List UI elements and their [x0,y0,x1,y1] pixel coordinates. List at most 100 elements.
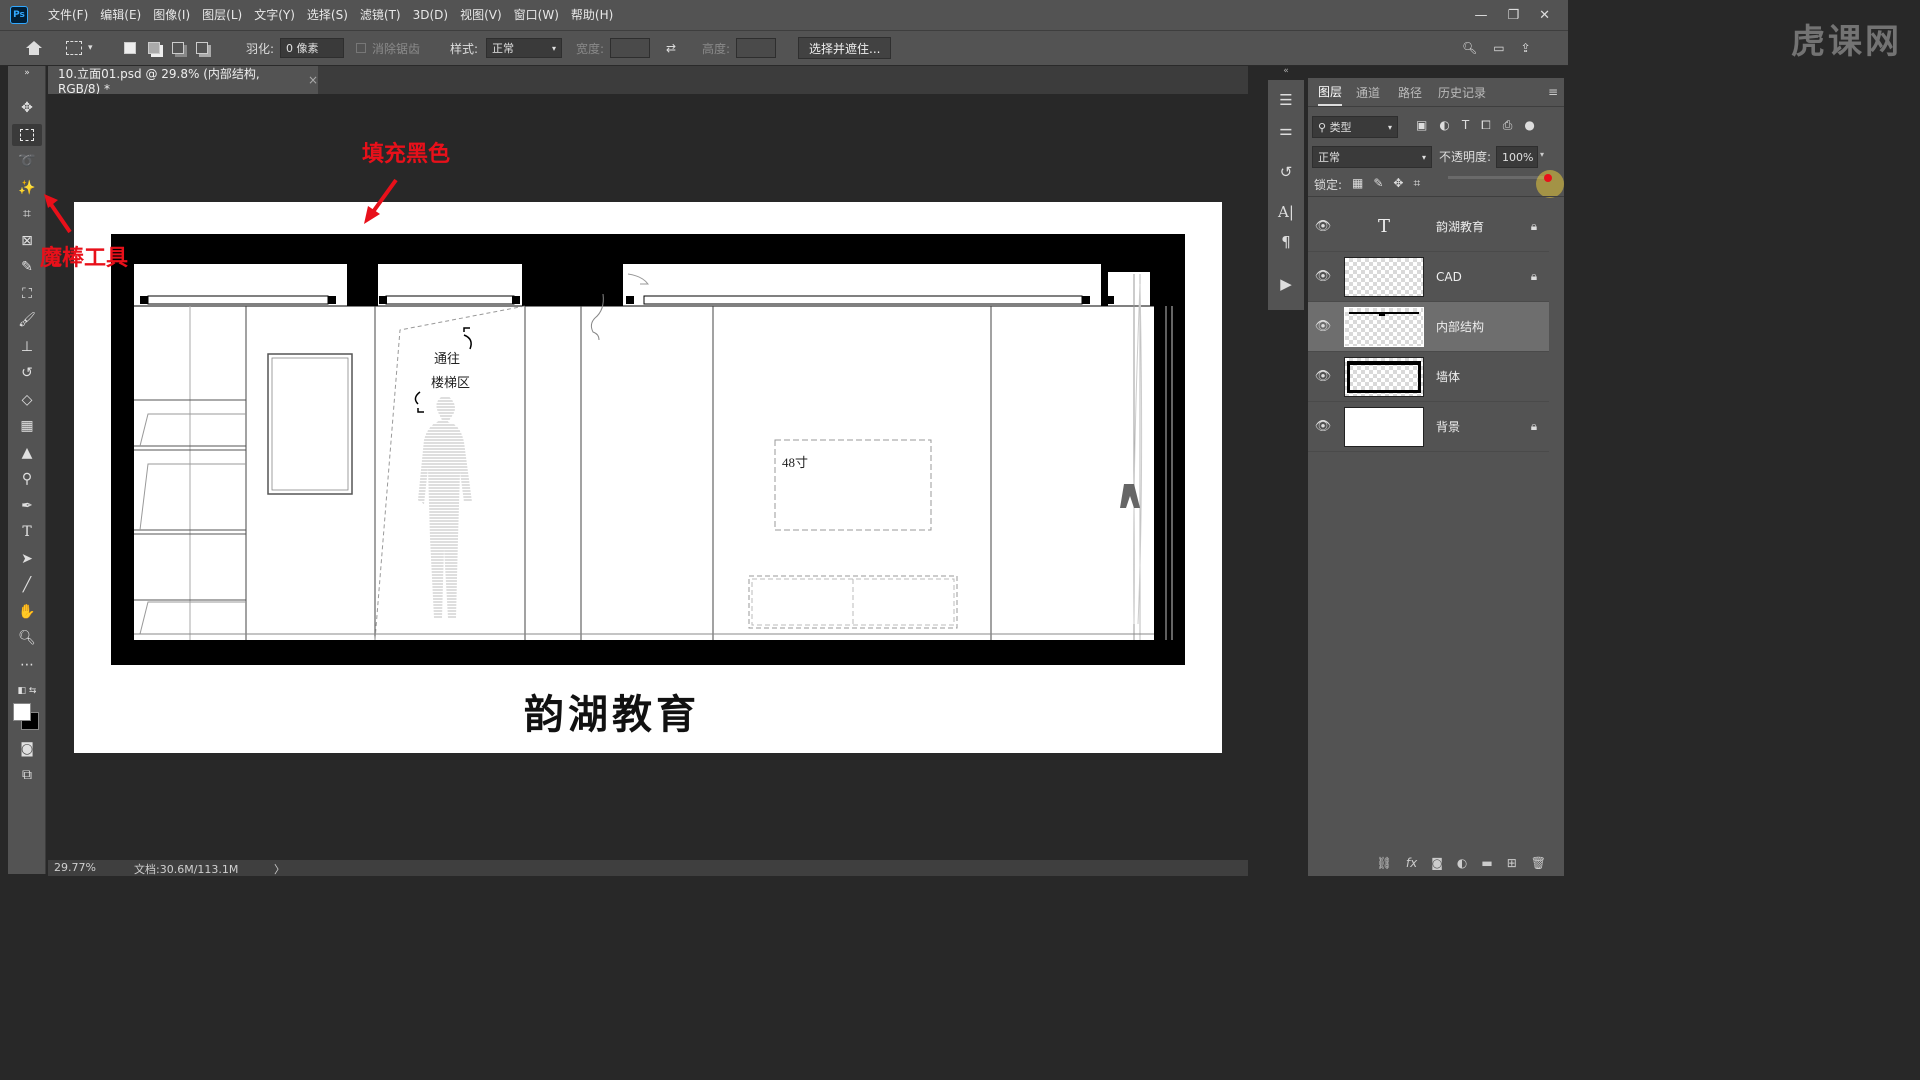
brush-tool-icon[interactable]: 🖌︎ [12,309,42,331]
lock-position-icon[interactable]: ✥ [1393,176,1403,191]
panel-menu-icon[interactable]: ≡ [1548,78,1558,106]
collapse-icon[interactable]: » [12,68,42,78]
antialias-checkbox[interactable]: 消除锯齿 [356,31,420,65]
marquee-preset-icon[interactable]: ▾ [66,31,93,65]
layer-row-text[interactable]: 👁︎ T 韵湖教育 🔒︎ [1308,202,1549,252]
document-tab[interactable]: 10.立面01.psd @ 29.8% (内部结构, RGB/8) * × [48,66,318,96]
add-mask-icon[interactable]: ◙ [1431,856,1443,870]
actions-play-icon[interactable]: ▶ [1268,272,1304,296]
feather-input[interactable]: 0 像素 [280,38,344,58]
menu-view[interactable]: 视图(V) [454,0,508,30]
frame-tool-icon[interactable]: ⊠ [12,230,42,252]
opacity-slider[interactable] [1448,176,1548,179]
menu-3d[interactable]: 3D(D) [407,0,454,30]
menu-select[interactable]: 选择(S) [301,0,354,30]
slider-handle[interactable] [1544,174,1552,182]
filter-pixel-icon[interactable]: ▣ [1416,118,1427,133]
path-select-tool-icon[interactable]: ➤ [12,548,42,570]
close-tab-icon[interactable]: × [308,73,318,87]
layer-row-cad[interactable]: 👁︎ CAD 🔒︎ [1308,252,1549,302]
marquee-tool-icon[interactable] [12,124,42,146]
share-icon[interactable]: ⇪ [1521,41,1531,55]
more-tools-icon[interactable]: ⋯ [12,654,42,676]
close-icon[interactable]: ✕ [1539,8,1550,23]
history-brush-tool-icon[interactable]: ↺ [12,362,42,384]
lock-pixels-icon[interactable]: ✎ [1373,176,1383,191]
menu-edit[interactable]: 编辑(E) [94,0,147,30]
opacity-input[interactable]: 100% [1496,146,1538,168]
lasso-tool-icon[interactable]: ➰ [12,150,42,172]
add-selection-icon[interactable] [148,42,160,54]
blend-mode-select[interactable]: 正常 ▾ [1312,146,1432,168]
collapse-strip-icon[interactable]: « [1268,66,1304,78]
magic-wand-tool-icon[interactable]: ✨ [12,177,42,199]
swap-icon[interactable]: ⇄ [666,31,676,65]
lock-transparent-icon[interactable]: ▦ [1352,176,1363,191]
canvas-area[interactable]: 通往 楼梯区 48寸 韵湖教育 填充黑色 [48,94,1248,860]
swap-colors-icon[interactable]: ◧ ⇆ [12,680,42,702]
tab-channels[interactable]: 通道 [1356,78,1380,106]
new-group-icon[interactable]: ▬ [1481,856,1492,870]
menu-filter[interactable]: 滤镜(T) [354,0,407,30]
status-menu-icon[interactable]: 〉 [274,861,285,877]
workspace-icon[interactable]: ▭ [1493,41,1504,55]
brush-settings-icon[interactable]: ☰ [1268,88,1304,112]
style-select[interactable]: 正常 ▾ [486,38,562,58]
minimize-icon[interactable]: — [1474,8,1487,23]
layer-filter-select[interactable]: ⚲ 类型 ▾ [1312,116,1398,138]
eraser-tool-icon[interactable]: ◇ [12,389,42,411]
visibility-eye-icon[interactable]: 👁︎ [1308,319,1338,334]
healing-tool-icon[interactable]: ⛶ [12,283,42,305]
stamp-tool-icon[interactable]: ⊥ [12,336,42,358]
subtract-selection-icon[interactable] [172,42,184,54]
menu-type[interactable]: 文字(Y) [248,0,301,30]
document-canvas[interactable] [48,94,1248,860]
link-layers-icon[interactable]: ⛓︎ [1377,856,1392,870]
type-tool-icon[interactable]: T [12,521,42,543]
search-icon[interactable]: 🔍︎ [1462,41,1477,55]
quick-mask-icon[interactable]: ◙ [12,738,42,760]
delete-layer-icon[interactable]: 🗑︎ [1531,856,1546,870]
visibility-eye-icon[interactable]: 👁︎ [1308,219,1338,234]
pen-tool-icon[interactable]: ✒ [12,495,42,517]
layer-row-wall[interactable]: 👁︎ 墙体 [1308,352,1549,402]
hand-tool-icon[interactable]: ✋ [12,601,42,623]
paragraph-icon[interactable]: ¶ [1268,230,1304,254]
tab-layers[interactable]: 图层 [1318,78,1343,106]
visibility-eye-icon[interactable]: 👁︎ [1308,369,1338,384]
blur-tool-icon[interactable]: ▲ [12,442,42,464]
zoom-tool-icon[interactable]: 🔍︎ [12,627,42,649]
tab-paths[interactable]: 路径 [1398,78,1422,106]
restore-icon[interactable]: ❐ [1507,8,1519,23]
filter-smart-object-icon[interactable]: ⎙ [1503,118,1513,133]
adjustments-icon[interactable]: ⚌ [1268,118,1304,142]
tab-history[interactable]: 历史记录 [1438,78,1486,106]
layer-row-interior[interactable]: 👁︎ 内部结构 [1308,302,1549,352]
menu-image[interactable]: 图像(I) [147,0,196,30]
new-layer-icon[interactable]: ⊞ [1507,856,1517,870]
filter-adjustment-icon[interactable]: ◐ [1439,118,1449,133]
select-and-mask-button[interactable]: 选择并遮住... [798,37,892,59]
zoom-level[interactable]: 29.77% [54,861,96,874]
line-tool-icon[interactable]: ╱ [12,574,42,596]
visibility-eye-icon[interactable]: 👁︎ [1308,419,1338,434]
menu-window[interactable]: 窗口(W) [508,0,565,30]
filter-shape-icon[interactable]: ⧠ [1481,118,1491,133]
eyedropper-tool-icon[interactable]: ✎ [12,256,42,278]
move-tool-icon[interactable]: ✥ [12,97,42,119]
character-icon[interactable]: A| [1268,200,1304,224]
history-icon[interactable]: ↺ [1268,160,1304,184]
adjustment-layer-icon[interactable]: ◐ [1457,856,1467,870]
width-input[interactable] [610,38,650,58]
height-input[interactable] [736,38,776,58]
intersect-selection-icon[interactable] [196,42,208,54]
filter-type-icon[interactable]: T [1462,118,1469,133]
layer-row-background[interactable]: 👁︎ 背景 🔒︎ [1308,402,1549,452]
new-selection-icon[interactable] [124,42,136,54]
crop-tool-icon[interactable]: ⌗ [12,203,42,225]
gradient-tool-icon[interactable]: ▦ [12,415,42,437]
visibility-eye-icon[interactable]: 👁︎ [1308,269,1338,284]
menu-help[interactable]: 帮助(H) [565,0,619,30]
menu-layer[interactable]: 图层(L) [196,0,248,30]
menu-file[interactable]: 文件(F) [42,0,94,30]
